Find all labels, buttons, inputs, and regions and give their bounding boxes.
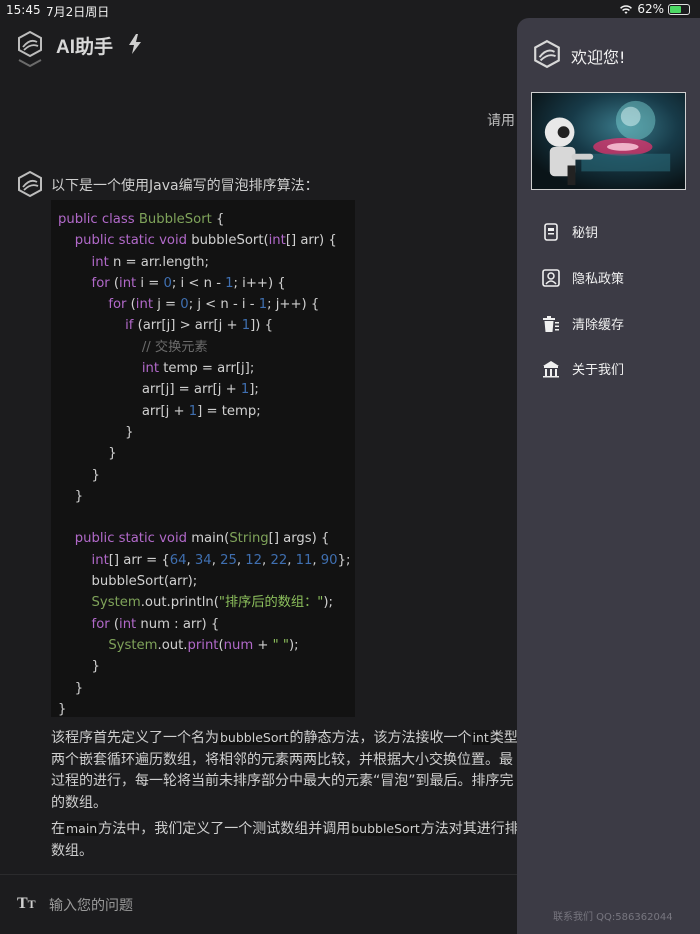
paragraph-line: 数组。 <box>51 842 93 859</box>
code-line: for (int num : arr) { <box>91 616 220 632</box>
welcome-text: 欢迎您! <box>571 48 626 67</box>
menu-item-about[interactable]: 关于我们 <box>542 359 624 378</box>
code-line: arr[j + 1] = temp; <box>58 403 261 419</box>
side-drawer: 欢迎您! 秘钥 隐私政策 清除缓存 关于我们 联系我们 QQ:586362044 <box>517 18 700 934</box>
menu-item-clear-cache[interactable]: 清除缓存 <box>542 314 624 333</box>
menu-item-label: 清除缓存 <box>572 318 625 333</box>
battery-icon <box>668 3 690 15</box>
scrolled-avatar-icon <box>18 59 42 68</box>
drawer-logo-icon <box>534 39 560 69</box>
status-date: 7月2日周日 <box>46 5 110 19</box>
code-line: for (int j = 0; j < n - i - 1; j++) { <box>108 297 320 313</box>
paragraph-line: 过程的进行，每一轮将当前未排序部分中最大的元素“冒泡”到最后。排序完 <box>51 773 514 789</box>
code-line: int temp = arr[j]; <box>141 361 255 377</box>
paragraph-line: 两个嵌套循环遍历数组，将相邻的元素两两比较，并根据大小交换位置。最 <box>51 751 513 768</box>
code-line: public static void bubbleSort(int[] arr)… <box>74 233 337 249</box>
code-block: public class BubbleSort { public static … <box>51 200 355 717</box>
code-line: for (int i = 0; i < n - 1; i++) { <box>91 275 286 291</box>
bot-message-intro: 以下是一个使用Java编写的冒泡排序算法： <box>51 178 319 194</box>
contact-info: 联系我们 QQ:586362044 <box>553 912 673 923</box>
code-line: bubbleSort(arr); <box>58 574 198 590</box>
code-line: int[] arr = {64, 34, 25, 12, 22, 11, 90}… <box>91 552 351 568</box>
privacy-icon <box>542 268 560 287</box>
code-line: public static void main(String[] args) { <box>74 531 330 547</box>
code-line: int n = arr.length; <box>91 254 209 270</box>
status-bar: 15:45 7月2日周日 62% <box>0 0 700 20</box>
code-line: } <box>58 446 117 462</box>
code-line: // 交换元素 <box>141 339 208 355</box>
question-input[interactable] <box>49 893 489 919</box>
code-line: System.out.print(num + " "); <box>108 637 299 653</box>
paragraph-line: 该程序首先定义了一个名为bubbleSort的静态方法，该方法接收一个int类型… <box>51 730 521 746</box>
robot-banner-image <box>531 92 686 190</box>
app-title: AI助手 <box>56 37 114 58</box>
code-line: public class BubbleSort { <box>58 212 225 227</box>
bolt-icon[interactable] <box>128 34 142 54</box>
menu-item-label: 秘钥 <box>572 226 599 241</box>
status-right: 62% <box>619 2 690 16</box>
menu-item-label: 隐私政策 <box>572 272 625 287</box>
main-method-paragraph: 在main方法中，我们定义了一个测试数组并调用bubbleSort方法对其进行排… <box>51 818 521 862</box>
wifi-icon <box>620 4 633 14</box>
code-line: if (arr[j] > arr[j + 1]) { <box>125 318 274 334</box>
battery-percent: 62% <box>637 2 664 16</box>
app-logo-icon <box>18 30 42 58</box>
explanation-paragraph: 该程序首先定义了一个名为bubbleSort的静态方法，该方法接收一个int类型… <box>51 727 521 814</box>
code-line: } <box>58 659 100 675</box>
bot-avatar-icon <box>18 170 42 198</box>
code-line: } <box>58 680 84 696</box>
text-size-icon[interactable]: TT <box>17 895 36 913</box>
menu-item-label: 关于我们 <box>572 363 625 378</box>
paragraph-line: 的数组。 <box>51 794 107 811</box>
status-time: 15:45 <box>6 3 41 17</box>
trash-icon <box>543 315 559 332</box>
building-icon <box>543 360 559 377</box>
code-line: System.out.println("排序后的数组："); <box>91 595 333 611</box>
user-message: 请用 <box>487 113 515 129</box>
code-line: arr[j] = arr[j + 1]; <box>58 382 259 398</box>
paragraph-line: 在main方法中，我们定义了一个测试数组并调用bubbleSort方法对其进行排… <box>51 821 521 837</box>
code-line: } <box>58 701 67 717</box>
menu-item-key[interactable]: 秘钥 <box>542 222 598 241</box>
code-line: } <box>58 424 134 440</box>
key-card-icon <box>544 222 558 241</box>
code-line: } <box>58 467 100 483</box>
code-line: } <box>58 488 84 504</box>
menu-item-privacy[interactable]: 隐私政策 <box>542 268 624 287</box>
